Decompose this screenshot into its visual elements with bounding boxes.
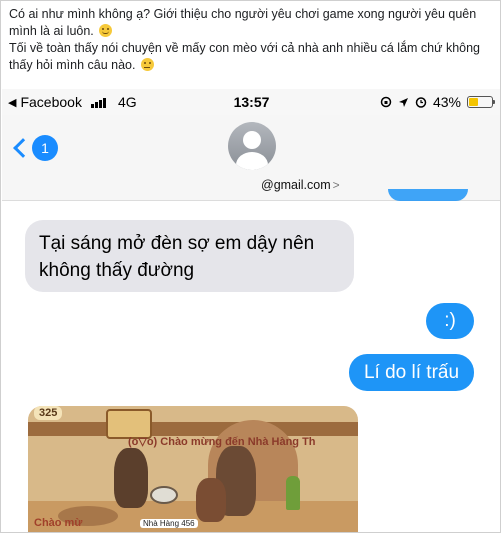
previous-message-bubble: [388, 189, 468, 201]
eye-roll-emoji-icon: [140, 58, 154, 71]
incoming-message-bubble: Tại sáng mở đèn sợ em dậy nên không thấy…: [25, 220, 354, 292]
game-cat-character: [196, 478, 226, 522]
game-cat-character: [114, 448, 148, 508]
post-caption-line-2: Tối về toàn thấy nói chuyện về mấy con m…: [9, 40, 497, 74]
contact-email[interactable]: @gmail.com >: [261, 178, 340, 192]
image-attachment[interactable]: 325 (o▽o) Chào mừng đến Nhà Hàng Th Chào…: [28, 406, 358, 532]
smile-emoji-icon: [99, 24, 113, 37]
status-right: 43%: [380, 94, 495, 110]
alarm-clock-icon: [415, 97, 427, 108]
game-coin-counter: 325: [34, 406, 63, 420]
game-banner-bottom: Chào mừ: [34, 517, 83, 529]
ios-status-bar: ◀ Facebook 4G 13:57 43%: [2, 89, 500, 115]
caption-text-1: Có ai như mình không ạ? Giới thiệu cho n…: [9, 7, 477, 38]
location-arrow-icon: [398, 97, 408, 107]
facebook-post-card: Có ai như mình không ạ? Giới thiệu cho n…: [0, 0, 501, 533]
caption-text-2: Tối về toàn thấy nói chuyện về mấy con m…: [9, 41, 481, 72]
outgoing-message-bubble: Lí do lí trấu: [349, 354, 474, 391]
back-chevron-icon[interactable]: [13, 138, 33, 158]
unread-count-badge[interactable]: 1: [32, 135, 58, 161]
game-food-bowl: [150, 486, 178, 504]
game-label-small: Nhà Hàng 456: [140, 519, 198, 528]
contact-email-text: @gmail.com: [261, 178, 331, 192]
contact-avatar[interactable]: [228, 122, 276, 170]
battery-fill: [469, 98, 479, 106]
battery-icon: [467, 96, 495, 108]
game-shelf: [28, 422, 358, 436]
chevron-right-icon: >: [332, 178, 340, 192]
outgoing-message-bubble: :): [426, 303, 474, 339]
chat-screenshot: ◀ Facebook 4G 13:57 43% 1 @gmail.com > T…: [2, 89, 500, 532]
game-plant: [286, 476, 300, 510]
post-caption-line-1: Có ai như mình không ạ? Giới thiệu cho n…: [9, 6, 497, 40]
screen-rotation-lock-icon: [380, 96, 392, 108]
battery-percent: 43%: [432, 94, 461, 110]
game-banner-top: (o▽o) Chào mừng đến Nhà Hàng Th: [128, 436, 316, 448]
post-caption: Có ai như mình không ạ? Giới thiệu cho n…: [9, 6, 497, 74]
